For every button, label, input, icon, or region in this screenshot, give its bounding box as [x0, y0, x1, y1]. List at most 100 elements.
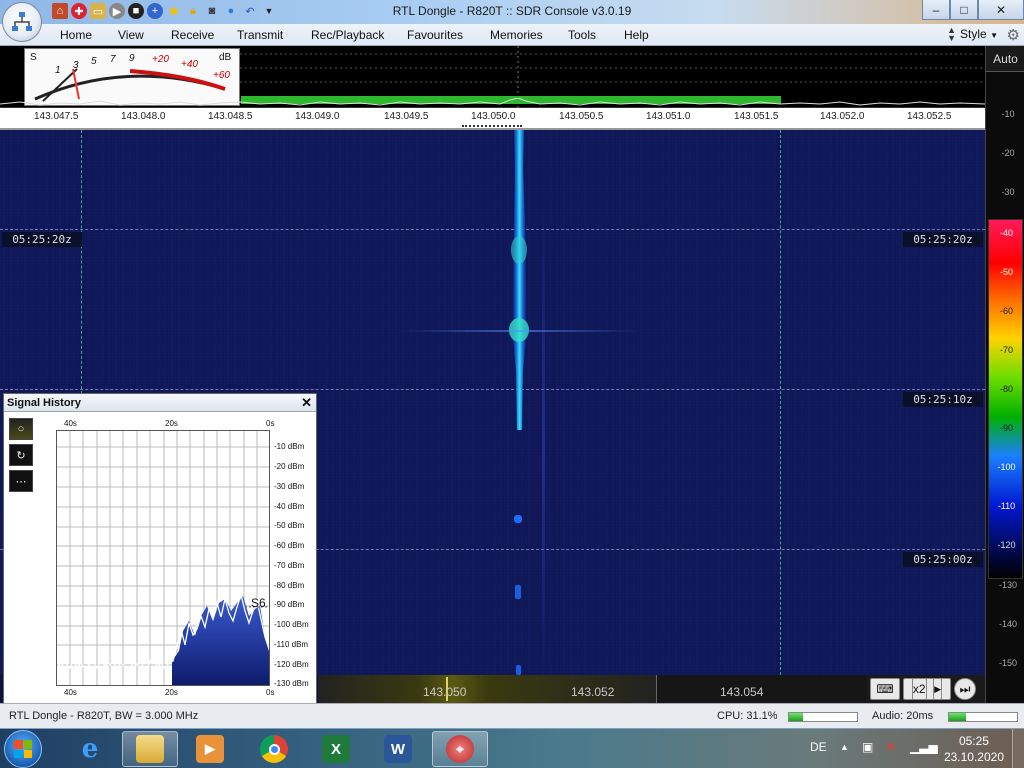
taskbar-sdr-console[interactable]: ⌖: [432, 731, 488, 767]
spur-trace: [542, 210, 545, 675]
x-axis-label: 20s: [165, 688, 178, 697]
freq-label: 143.047.5: [34, 111, 79, 122]
y-axis-label: -100 dBm: [274, 620, 309, 629]
device-tray-icon[interactable]: ▣: [862, 740, 873, 754]
app-window: ⌂ ✚ ▭ ▶ ■ + ★ 🔒︎ ◙ ● ↶ ▼ RTL Dongle - R8…: [0, 0, 1024, 768]
freq-label: 143.051.5: [734, 111, 779, 122]
excel-icon: X: [322, 735, 350, 763]
timestamp-right: 05:25:10z: [903, 392, 983, 407]
scale-tick: -140: [998, 619, 1017, 629]
tab-tools[interactable]: Tools: [568, 28, 596, 42]
close-button[interactable]: ✕: [978, 0, 1024, 20]
window-controls: – □ ✕: [922, 0, 1024, 20]
y-axis-label: -30 dBm: [274, 482, 305, 491]
color-scale-bar[interactable]: -40 -50 -60 -70 -80 -90 -100 -110 -120: [988, 219, 1023, 579]
zoom-label: x2: [911, 678, 927, 700]
tab-view[interactable]: View: [118, 28, 144, 42]
scale-tick: -80: [999, 384, 1013, 394]
style-spinner-icon[interactable]: ▲ ▼: [947, 26, 956, 43]
scale-tick: -100: [997, 462, 1016, 472]
scale-tick: -70: [999, 345, 1013, 355]
network-icon: [12, 12, 32, 31]
tuning-bar[interactable]: 143.050 143.052 143.054: [318, 675, 866, 703]
spectrum-display[interactable]: S dB 1 3 5 7 9 +20 +40 +60: [0, 46, 985, 108]
scale-tick: -110: [997, 501, 1016, 511]
signal-history-toolbar: ○ ↻ ⋯: [9, 418, 33, 496]
signal-fragment: [515, 585, 521, 599]
maximize-button[interactable]: □: [950, 0, 978, 20]
signal-fragment: [516, 665, 521, 675]
taskbar-internet-explorer[interactable]: e: [62, 731, 118, 767]
passband-edge-right: [780, 130, 781, 675]
minimize-button[interactable]: –: [922, 0, 950, 20]
freq-label: 143.051.0: [646, 111, 691, 122]
record-button[interactable]: ○: [9, 418, 33, 440]
status-bar: RTL Dongle - R820T, BW = 3.000 MHz CPU: …: [0, 703, 1024, 728]
freq-label: 143.052.0: [820, 111, 865, 122]
freq-label: 143.052.5: [907, 111, 952, 122]
start-button[interactable]: [4, 730, 42, 768]
signal-fragment: [514, 515, 522, 523]
taskbar-explorer[interactable]: [122, 731, 178, 767]
y-axis-label: -130 dBm: [274, 679, 309, 688]
keyboard-icon[interactable]: ⌨: [870, 678, 900, 700]
tab-help[interactable]: Help: [624, 28, 649, 42]
freq-label: 143.049.0: [295, 111, 340, 122]
word-icon: W: [384, 735, 412, 763]
tab-memories[interactable]: Memories: [490, 28, 543, 42]
signal-trace: [509, 130, 529, 430]
panel-title: Signal History: [7, 397, 81, 409]
taskbar-word[interactable]: W: [370, 731, 426, 767]
system-clock[interactable]: 05:25 23.10.2020: [944, 733, 1004, 765]
cpu-meter-fill: [789, 713, 803, 721]
y-axis-label: -80 dBm: [274, 581, 305, 590]
signal-history-chart: [57, 431, 269, 685]
network-warning-icon[interactable]: ✕: [886, 740, 896, 754]
media-player-icon: ▶: [196, 735, 224, 763]
freq-label: 143.048.0: [121, 111, 166, 122]
taskbar-excel[interactable]: X: [308, 731, 364, 767]
more-button[interactable]: ⋯: [9, 470, 33, 492]
frequency-axis[interactable]: 143.047.5 143.048.0 143.048.5 143.049.0 …: [0, 108, 985, 130]
auto-scale-button[interactable]: Auto: [986, 46, 1024, 72]
tab-home[interactable]: Home: [60, 28, 92, 42]
show-desktop-button[interactable]: [1012, 729, 1024, 768]
freq-label: 143.050.0: [471, 111, 516, 122]
skip-icon[interactable]: ⏭: [954, 678, 976, 700]
window-title: RTL Dongle - R820T :: SDR Console v3.0.1…: [392, 4, 632, 18]
chrome-icon: [260, 735, 288, 763]
scale-tick: -130: [998, 580, 1017, 590]
taskbar-chrome[interactable]: [246, 731, 302, 767]
taskbar-media-player[interactable]: ▶: [182, 731, 238, 767]
tuning-marker[interactable]: [462, 125, 522, 127]
gear-icon[interactable]: ⚙: [1007, 26, 1020, 44]
tab-transmit[interactable]: Transmit: [237, 28, 283, 42]
scale-tick: -150: [998, 658, 1017, 668]
tab-rec-playback[interactable]: Rec/Playback: [311, 28, 384, 42]
scale-tick: -60: [999, 306, 1013, 316]
zoom-button[interactable]: x2 ▶: [903, 678, 951, 700]
close-icon[interactable]: ✕: [301, 395, 312, 411]
tray-expand-icon[interactable]: ▲: [840, 742, 849, 752]
reset-button[interactable]: ↻: [9, 444, 33, 466]
signal-strength-icon[interactable]: ▁▃▅: [910, 740, 938, 754]
application-menu-button[interactable]: [2, 2, 42, 42]
tuning-label: 143.052: [571, 685, 615, 699]
x-axis-label: 40s: [64, 419, 77, 428]
y-axis-label: -60 dBm: [274, 541, 305, 550]
windows-logo-icon: [14, 740, 32, 758]
internet-explorer-icon: e: [81, 734, 99, 764]
tab-receive[interactable]: Receive: [171, 28, 214, 42]
clock-date: 23.10.2020: [943, 750, 1004, 764]
device-status: RTL Dongle - R820T, BW = 3.000 MHz: [9, 710, 199, 722]
tab-favourites[interactable]: Favourites: [407, 28, 463, 42]
timestamp-right: 05:25:00z: [903, 552, 983, 567]
play-arrow-icon: ▶: [933, 678, 943, 700]
signal-history-title: Signal History ✕: [4, 394, 316, 412]
language-indicator[interactable]: DE: [810, 740, 827, 754]
level-scale: Auto -10 -20 -30 -40 -50 -60 -70 -80 -90…: [985, 46, 1024, 703]
style-menu-button[interactable]: Style ▼: [960, 27, 998, 41]
x-axis-label: 40s: [64, 688, 77, 697]
x-axis-label: 0s: [266, 688, 275, 697]
clock-time: 05:25: [958, 734, 989, 748]
